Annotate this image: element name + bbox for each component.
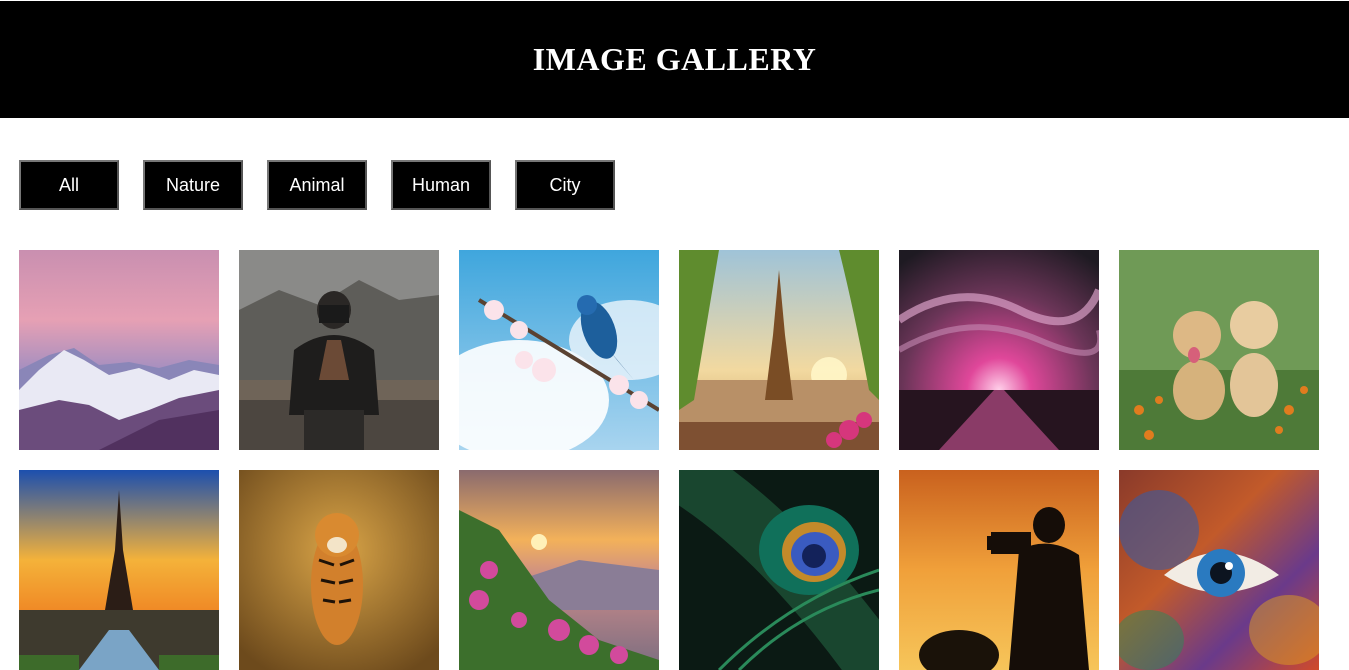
puppies-image (1119, 250, 1319, 450)
gallery-image-colorful-eye[interactable] (1119, 470, 1319, 670)
gallery-image-eiffel-sunrise[interactable] (19, 470, 219, 670)
tiger-image (239, 470, 439, 670)
pink-sky-image (899, 250, 1099, 450)
bird-image (459, 250, 659, 450)
gallery-image-pink-sky[interactable] (899, 250, 1099, 450)
filter-nature-button[interactable]: Nature (143, 160, 243, 210)
gallery-image-valley[interactable] (459, 470, 659, 670)
mountains-image (19, 250, 219, 450)
gallery-image-eiffel-leaves[interactable] (679, 250, 879, 450)
photographer-image (239, 250, 439, 450)
gallery-image-photographer[interactable] (239, 250, 439, 450)
filter-bar: All Nature Animal Human City (19, 160, 615, 210)
page-title: IMAGE GALLERY (532, 41, 817, 77)
gallery-image-puppies[interactable] (1119, 250, 1319, 450)
filter-city-button[interactable]: City (515, 160, 615, 210)
gallery-image-tiger[interactable] (239, 470, 439, 670)
peacock-feather-image (679, 470, 879, 670)
eiffel-leaves-image (679, 250, 879, 450)
eiffel-sunrise-image (19, 470, 219, 670)
colorful-eye-image (1119, 470, 1319, 670)
page-header: IMAGE GALLERY (0, 1, 1349, 118)
gallery-image-peacock-feather[interactable] (679, 470, 879, 670)
valley-image (459, 470, 659, 670)
gallery-image-silhouette[interactable] (899, 470, 1099, 670)
gallery-image-mountains[interactable] (19, 250, 219, 450)
filter-all-button[interactable]: All (19, 160, 119, 210)
gallery-image-bird[interactable] (459, 250, 659, 450)
image-grid (19, 250, 1319, 670)
silhouette-image (899, 470, 1099, 670)
filter-human-button[interactable]: Human (391, 160, 491, 210)
filter-animal-button[interactable]: Animal (267, 160, 367, 210)
